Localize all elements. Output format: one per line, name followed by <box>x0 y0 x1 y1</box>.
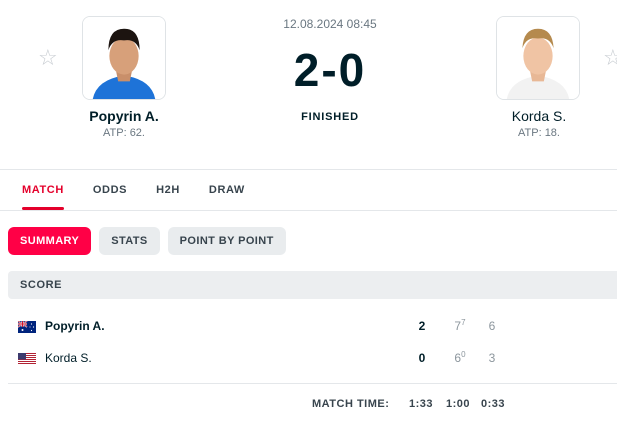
away-sets-won: 0 <box>418 351 426 365</box>
match-time-total: 1:33 <box>409 398 434 410</box>
subtab-point-by-point[interactable]: POINT BY POINT <box>167 227 286 255</box>
tab-h2h[interactable]: H2H <box>148 170 188 210</box>
away-player-rank: ATP: 18. <box>518 127 560 139</box>
home-set1-score: 77 <box>454 318 466 334</box>
australia-flag-icon <box>18 321 36 333</box>
scoreboard-row-home: Popyrin A. 2 77 6 <box>8 312 617 342</box>
tab-draw[interactable]: DRAW <box>201 170 253 210</box>
match-time-label: MATCH TIME: <box>312 398 390 410</box>
divider <box>0 210 617 211</box>
match-status: FINISHED <box>301 111 359 123</box>
home-player-avatar[interactable] <box>82 16 166 100</box>
tab-odds[interactable]: ODDS <box>85 170 135 210</box>
divider <box>8 383 617 384</box>
away-set1-score: 60 <box>454 350 466 366</box>
match-datetime: 12.08.2024 08:45 <box>283 17 377 31</box>
away-player-name[interactable]: Korda S. <box>469 108 609 124</box>
match-score: 2-0 <box>293 44 367 96</box>
match-time-set1: 1:00 <box>446 398 471 410</box>
usa-flag-icon <box>18 353 36 365</box>
home-player-rank: ATP: 62. <box>103 127 145 139</box>
scoreboard-home-name[interactable]: Popyrin A. <box>45 319 105 333</box>
match-time-set2: 0:33 <box>481 398 506 410</box>
home-set1-tiebreak: 7 <box>461 318 466 327</box>
scoreboard-row-away: Korda S. 0 60 3 <box>8 344 617 374</box>
away-set2-score: 3 <box>488 351 496 365</box>
scoreboard-away-name[interactable]: Korda S. <box>45 351 92 365</box>
tab-match[interactable]: MATCH <box>14 170 72 210</box>
favorite-star-icon-away[interactable]: ☆ <box>603 47 617 69</box>
home-sets-won: 2 <box>418 319 426 333</box>
home-player-name[interactable]: Popyrin A. <box>54 108 194 124</box>
match-tabs: MATCH ODDS H2H DRAW <box>14 170 266 210</box>
favorite-star-icon-home[interactable]: ☆ <box>38 47 58 69</box>
away-set1-tiebreak: 0 <box>461 350 466 359</box>
subtab-stats[interactable]: STATS <box>99 227 160 255</box>
score-section-header: SCORE <box>8 271 617 299</box>
away-player-avatar[interactable] <box>496 16 580 100</box>
home-set2-score: 6 <box>488 319 496 333</box>
subtabs: SUMMARY STATS POINT BY POINT <box>8 227 294 255</box>
subtab-summary[interactable]: SUMMARY <box>8 227 92 255</box>
